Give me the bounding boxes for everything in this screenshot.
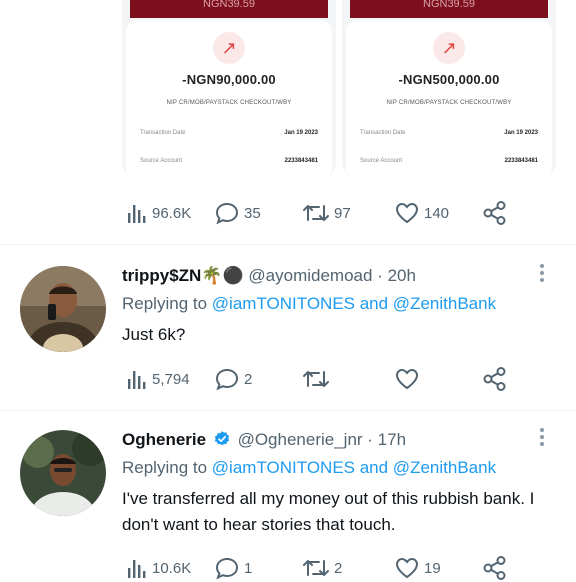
heart-icon <box>395 202 419 224</box>
reply-count: 35 <box>244 204 261 222</box>
reply-header: Oghenerie @Oghenerie_jnr · 17h <box>122 428 406 452</box>
retweet-count: 2 <box>334 559 343 577</box>
user-handle[interactable]: @ayomidemoad <box>248 266 372 285</box>
receipt-banner: NGN39.59 <box>350 0 548 18</box>
receipt-row: Source Account 2233843481 <box>360 158 538 164</box>
arrow-up-right-icon: ↗ <box>433 32 465 64</box>
share-button[interactable] <box>482 199 508 227</box>
user-handle[interactable]: @Oghenerie_jnr <box>238 430 363 449</box>
reply-icon <box>215 202 239 225</box>
tweet-action-bar: 96.6K 35 97 140 <box>122 199 522 227</box>
reply-count: 1 <box>244 559 253 577</box>
timestamp[interactable]: · 20h <box>377 266 416 285</box>
retweet-button[interactable]: 97 <box>302 199 351 227</box>
share-icon <box>483 201 506 225</box>
views-count: 5,794 <box>152 370 190 388</box>
like-button[interactable]: 140 <box>394 199 449 227</box>
share-button[interactable] <box>482 554 508 582</box>
retweet-icon <box>303 371 329 387</box>
display-name[interactable]: trippy$ZN🌴⚫ <box>122 266 244 285</box>
like-count: 140 <box>424 204 450 222</box>
receipt-image-1[interactable]: NGN39.59 ↗ -NGN90,000.00 NIP CR/MOB/PAYS… <box>122 0 336 180</box>
share-button[interactable] <box>482 365 508 393</box>
reply-tweet[interactable]: trippy$ZN🌴⚫ @ayomidemoad · 20h Replying … <box>0 262 576 410</box>
reply-icon <box>215 368 239 391</box>
more-options-icon[interactable] <box>540 264 546 285</box>
receipt-row: Transaction Date Jan 19 2023 <box>360 130 538 136</box>
receipt-row-value: Jan 19 2023 <box>504 130 538 136</box>
reply-button[interactable]: 35 <box>214 199 261 227</box>
avatar-photo <box>20 430 106 516</box>
retweet-button[interactable] <box>302 365 334 393</box>
divider <box>0 410 576 411</box>
reply-action-bar: 10.6K 1 2 19 <box>122 554 522 582</box>
views-count: 96.6K <box>152 204 192 222</box>
analytics-icon <box>128 560 146 578</box>
receipt-row-label: Transaction Date <box>140 130 186 136</box>
avatar[interactable] <box>20 266 106 352</box>
replying-to-mentions[interactable]: @iamTONITONES and @ZenithBank <box>212 294 496 313</box>
heart-icon <box>395 557 419 579</box>
tweet-media[interactable]: NGN39.59 ↗ -NGN90,000.00 NIP CR/MOB/PAYS… <box>0 0 576 196</box>
share-icon <box>483 367 506 391</box>
reply-header: trippy$ZN🌴⚫ @ayomidemoad · 20h <box>122 264 416 288</box>
replying-to: Replying to @iamTONITONES and @ZenithBan… <box>122 458 496 478</box>
receipt-row-value: Jan 19 2023 <box>284 130 318 136</box>
reply-button[interactable]: 1 <box>214 554 252 582</box>
timestamp[interactable]: · 17h <box>367 430 406 449</box>
receipt-amount: -NGN90,000.00 <box>182 72 276 87</box>
replying-to-label: Replying to <box>122 294 208 313</box>
reply-text: Just 6k? <box>122 325 186 344</box>
replying-to: Replying to @iamTONITONES and @ZenithBan… <box>122 294 496 314</box>
receipt-card: ↗ -NGN90,000.00 NIP CR/MOB/PAYSTACK CHEC… <box>126 20 332 180</box>
retweet-button[interactable]: 2 <box>302 554 342 582</box>
reply-button[interactable]: 2 <box>214 365 252 393</box>
views-count: 10.6K <box>152 559 192 577</box>
reply-count: 2 <box>244 370 253 388</box>
display-name[interactable]: Oghenerie <box>122 430 206 449</box>
receipt-banner: NGN39.59 <box>130 0 328 18</box>
receipt-description: NIP CR/MOB/PAYSTACK CHECKOUT/WBY <box>166 100 292 106</box>
replying-to-mentions[interactable]: @iamTONITONES and @ZenithBank <box>212 458 496 477</box>
divider <box>0 244 576 245</box>
receipt-image-2[interactable]: NGN39.59 ↗ -NGN500,000.00 NIP CR/MOB/PAY… <box>342 0 556 180</box>
analytics-icon <box>128 205 146 223</box>
replying-to-label: Replying to <box>122 458 208 477</box>
receipt-card: ↗ -NGN500,000.00 NIP CR/MOB/PAYSTACK CHE… <box>346 20 552 180</box>
reply-tweet[interactable]: Oghenerie @Oghenerie_jnr · 17h Replying … <box>0 428 576 580</box>
retweet-icon <box>303 205 329 221</box>
like-count: 19 <box>424 559 441 577</box>
receipt-row-label: Transaction Date <box>360 130 406 136</box>
reply-text: I've transferred all my money out of thi… <box>122 489 535 534</box>
views-button[interactable]: 10.6K <box>126 554 191 582</box>
heart-icon <box>395 368 419 390</box>
avatar[interactable] <box>20 430 106 516</box>
avatar-photo <box>20 266 106 352</box>
verified-badge-icon <box>214 431 229 446</box>
analytics-icon <box>128 371 146 389</box>
retweet-icon <box>303 560 329 576</box>
receipt-row: Transaction Date Jan 19 2023 <box>140 130 318 136</box>
receipt-row-label: Source Account <box>360 158 403 164</box>
receipt-description: NIP CR/MOB/PAYSTACK CHECKOUT/WBY <box>386 100 512 106</box>
like-button[interactable]: 19 <box>394 554 441 582</box>
views-button[interactable]: 96.6K <box>126 199 191 227</box>
views-button[interactable]: 5,794 <box>126 365 190 393</box>
more-options-icon[interactable] <box>540 428 546 449</box>
arrow-up-right-icon: ↗ <box>213 32 245 64</box>
like-button[interactable] <box>394 365 424 393</box>
receipt-row-value: 2233843481 <box>284 158 318 164</box>
receipt-row-label: Source Account <box>140 158 183 164</box>
share-icon <box>483 556 506 580</box>
reply-action-bar: 5,794 2 <box>122 365 522 393</box>
retweet-count: 97 <box>334 204 351 222</box>
reply-icon <box>215 557 239 580</box>
receipt-amount: -NGN500,000.00 <box>398 72 500 87</box>
receipt-row-value: 2233843481 <box>504 158 538 164</box>
receipt-row: Source Account 2233843481 <box>140 158 318 164</box>
